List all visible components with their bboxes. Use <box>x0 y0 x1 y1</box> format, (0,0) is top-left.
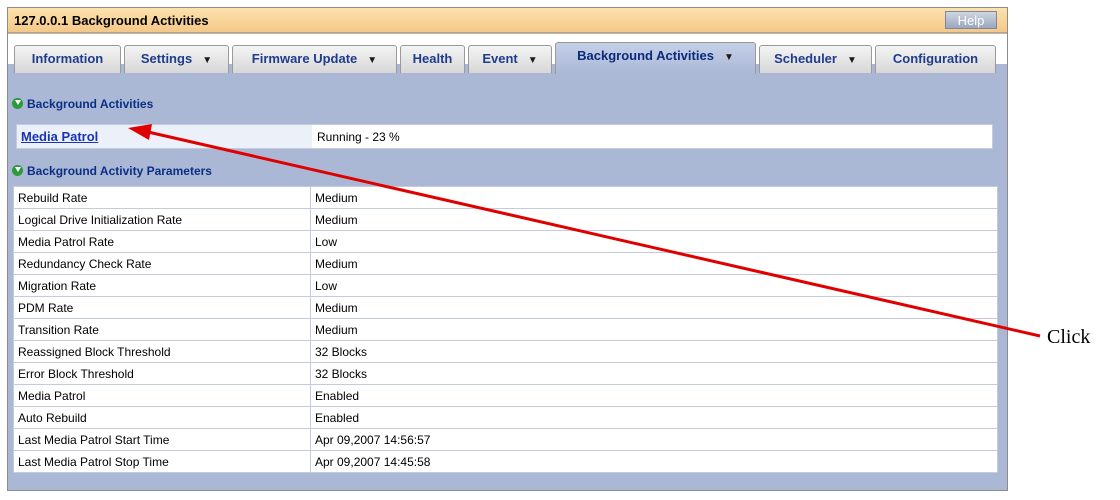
collapse-icon[interactable] <box>12 98 23 109</box>
param-row: Reassigned Block Threshold 32 Blocks <box>13 340 998 363</box>
param-value: Apr 09,2007 14:45:58 <box>310 450 998 473</box>
param-name: Transition Rate <box>13 318 311 341</box>
param-name: PDM Rate <box>13 296 311 319</box>
param-value: Low <box>310 274 998 297</box>
param-name: Media Patrol <box>13 384 311 407</box>
dropdown-arrow-icon[interactable]: ▼ <box>528 55 538 66</box>
param-value: Enabled <box>310 406 998 429</box>
param-value: 32 Blocks <box>310 362 998 385</box>
section-header-parameters[interactable]: Background Activity Parameters <box>12 161 212 181</box>
section-title: Background Activity Parameters <box>27 164 212 178</box>
tab-label: Information <box>31 51 104 66</box>
tab-label: Configuration <box>892 51 979 66</box>
param-row: Media Patrol Rate Low <box>13 230 998 253</box>
param-name: Last Media Patrol Stop Time <box>13 450 311 473</box>
param-name: Migration Rate <box>13 274 311 297</box>
param-name: Reassigned Block Threshold <box>13 340 311 363</box>
media-patrol-link[interactable]: Media Patrol <box>21 129 98 144</box>
param-value: Enabled <box>310 384 998 407</box>
param-name: Rebuild Rate <box>13 186 311 209</box>
param-value: Medium <box>310 208 998 231</box>
param-value: 32 Blocks <box>310 340 998 363</box>
collapse-icon[interactable] <box>12 165 23 176</box>
param-row: Last Media Patrol Stop Time Apr 09,2007 1… <box>13 450 998 473</box>
dropdown-arrow-icon[interactable]: ▼ <box>202 55 212 66</box>
param-name: Auto Rebuild <box>13 406 311 429</box>
dropdown-arrow-icon[interactable]: ▼ <box>724 52 734 63</box>
param-name: Logical Drive Initialization Rate <box>13 208 311 231</box>
window-title: 127.0.0.1 Background Activities <box>14 13 209 28</box>
param-value: Medium <box>310 252 998 275</box>
background-activities-window: 127.0.0.1 Background Activities Help Inf… <box>7 7 1008 491</box>
tab-label: Scheduler <box>774 51 837 66</box>
dropdown-arrow-icon[interactable]: ▼ <box>367 55 377 66</box>
click-annotation: Click <box>1047 326 1091 348</box>
section-title: Background Activities <box>27 97 154 111</box>
help-button[interactable]: Help <box>945 11 997 29</box>
param-row: Rebuild Rate Medium <box>13 186 998 209</box>
section-header-background-activities[interactable]: Background Activities <box>12 94 153 114</box>
param-row: Redundancy Check Rate Medium <box>13 252 998 275</box>
param-row: Logical Drive Initialization Rate Medium <box>13 208 998 231</box>
param-row: Error Block Threshold 32 Blocks <box>13 362 998 385</box>
param-row: Transition Rate Medium <box>13 318 998 341</box>
param-name: Redundancy Check Rate <box>13 252 311 275</box>
param-name: Last Media Patrol Start Time <box>13 428 311 451</box>
tab-label: Event <box>482 51 518 66</box>
tab-label: Background Activities <box>577 48 714 63</box>
tab-event[interactable]: Event ▼ <box>468 45 552 73</box>
tab-label: Settings <box>140 51 193 66</box>
tab-configuration[interactable]: Configuration <box>875 45 996 73</box>
tab-firmware-update[interactable]: Firmware Update ▼ <box>232 45 397 73</box>
param-row: Media Patrol Enabled <box>13 384 998 407</box>
dropdown-arrow-icon[interactable]: ▼ <box>847 55 857 66</box>
tab-background-activities[interactable]: Background Activities ▼ <box>555 42 756 74</box>
param-name: Media Patrol Rate <box>13 230 311 253</box>
param-row: Auto Rebuild Enabled <box>13 406 998 429</box>
param-row: PDM Rate Medium <box>13 296 998 319</box>
tab-scheduler[interactable]: Scheduler ▼ <box>759 45 872 73</box>
media-patrol-row: Media Patrol Running - 23 % <box>16 124 993 149</box>
tab-label: Firmware Update <box>251 51 358 66</box>
param-value: Low <box>310 230 998 253</box>
param-value: Medium <box>310 186 998 209</box>
param-row: Last Media Patrol Start Time Apr 09,2007 … <box>13 428 998 451</box>
param-value: Medium <box>310 318 998 341</box>
param-value: Medium <box>310 296 998 319</box>
param-row: Migration Rate Low <box>13 274 998 297</box>
param-value: Apr 09,2007 14:56:57 <box>310 428 998 451</box>
tab-bar: Information Settings ▼ Firmware Update ▼ H… <box>8 34 1007 74</box>
tab-information[interactable]: Information <box>14 45 121 73</box>
tab-health[interactable]: Health <box>400 45 465 73</box>
title-bar: 127.0.0.1 Background Activities Help <box>8 8 1007 33</box>
param-name: Error Block Threshold <box>13 362 311 385</box>
tab-settings[interactable]: Settings ▼ <box>124 45 229 73</box>
tab-label: Health <box>412 51 453 66</box>
media-patrol-status: Running - 23 % <box>317 130 400 144</box>
parameters-table: Rebuild Rate Medium Logical Drive Initiali… <box>13 186 998 473</box>
